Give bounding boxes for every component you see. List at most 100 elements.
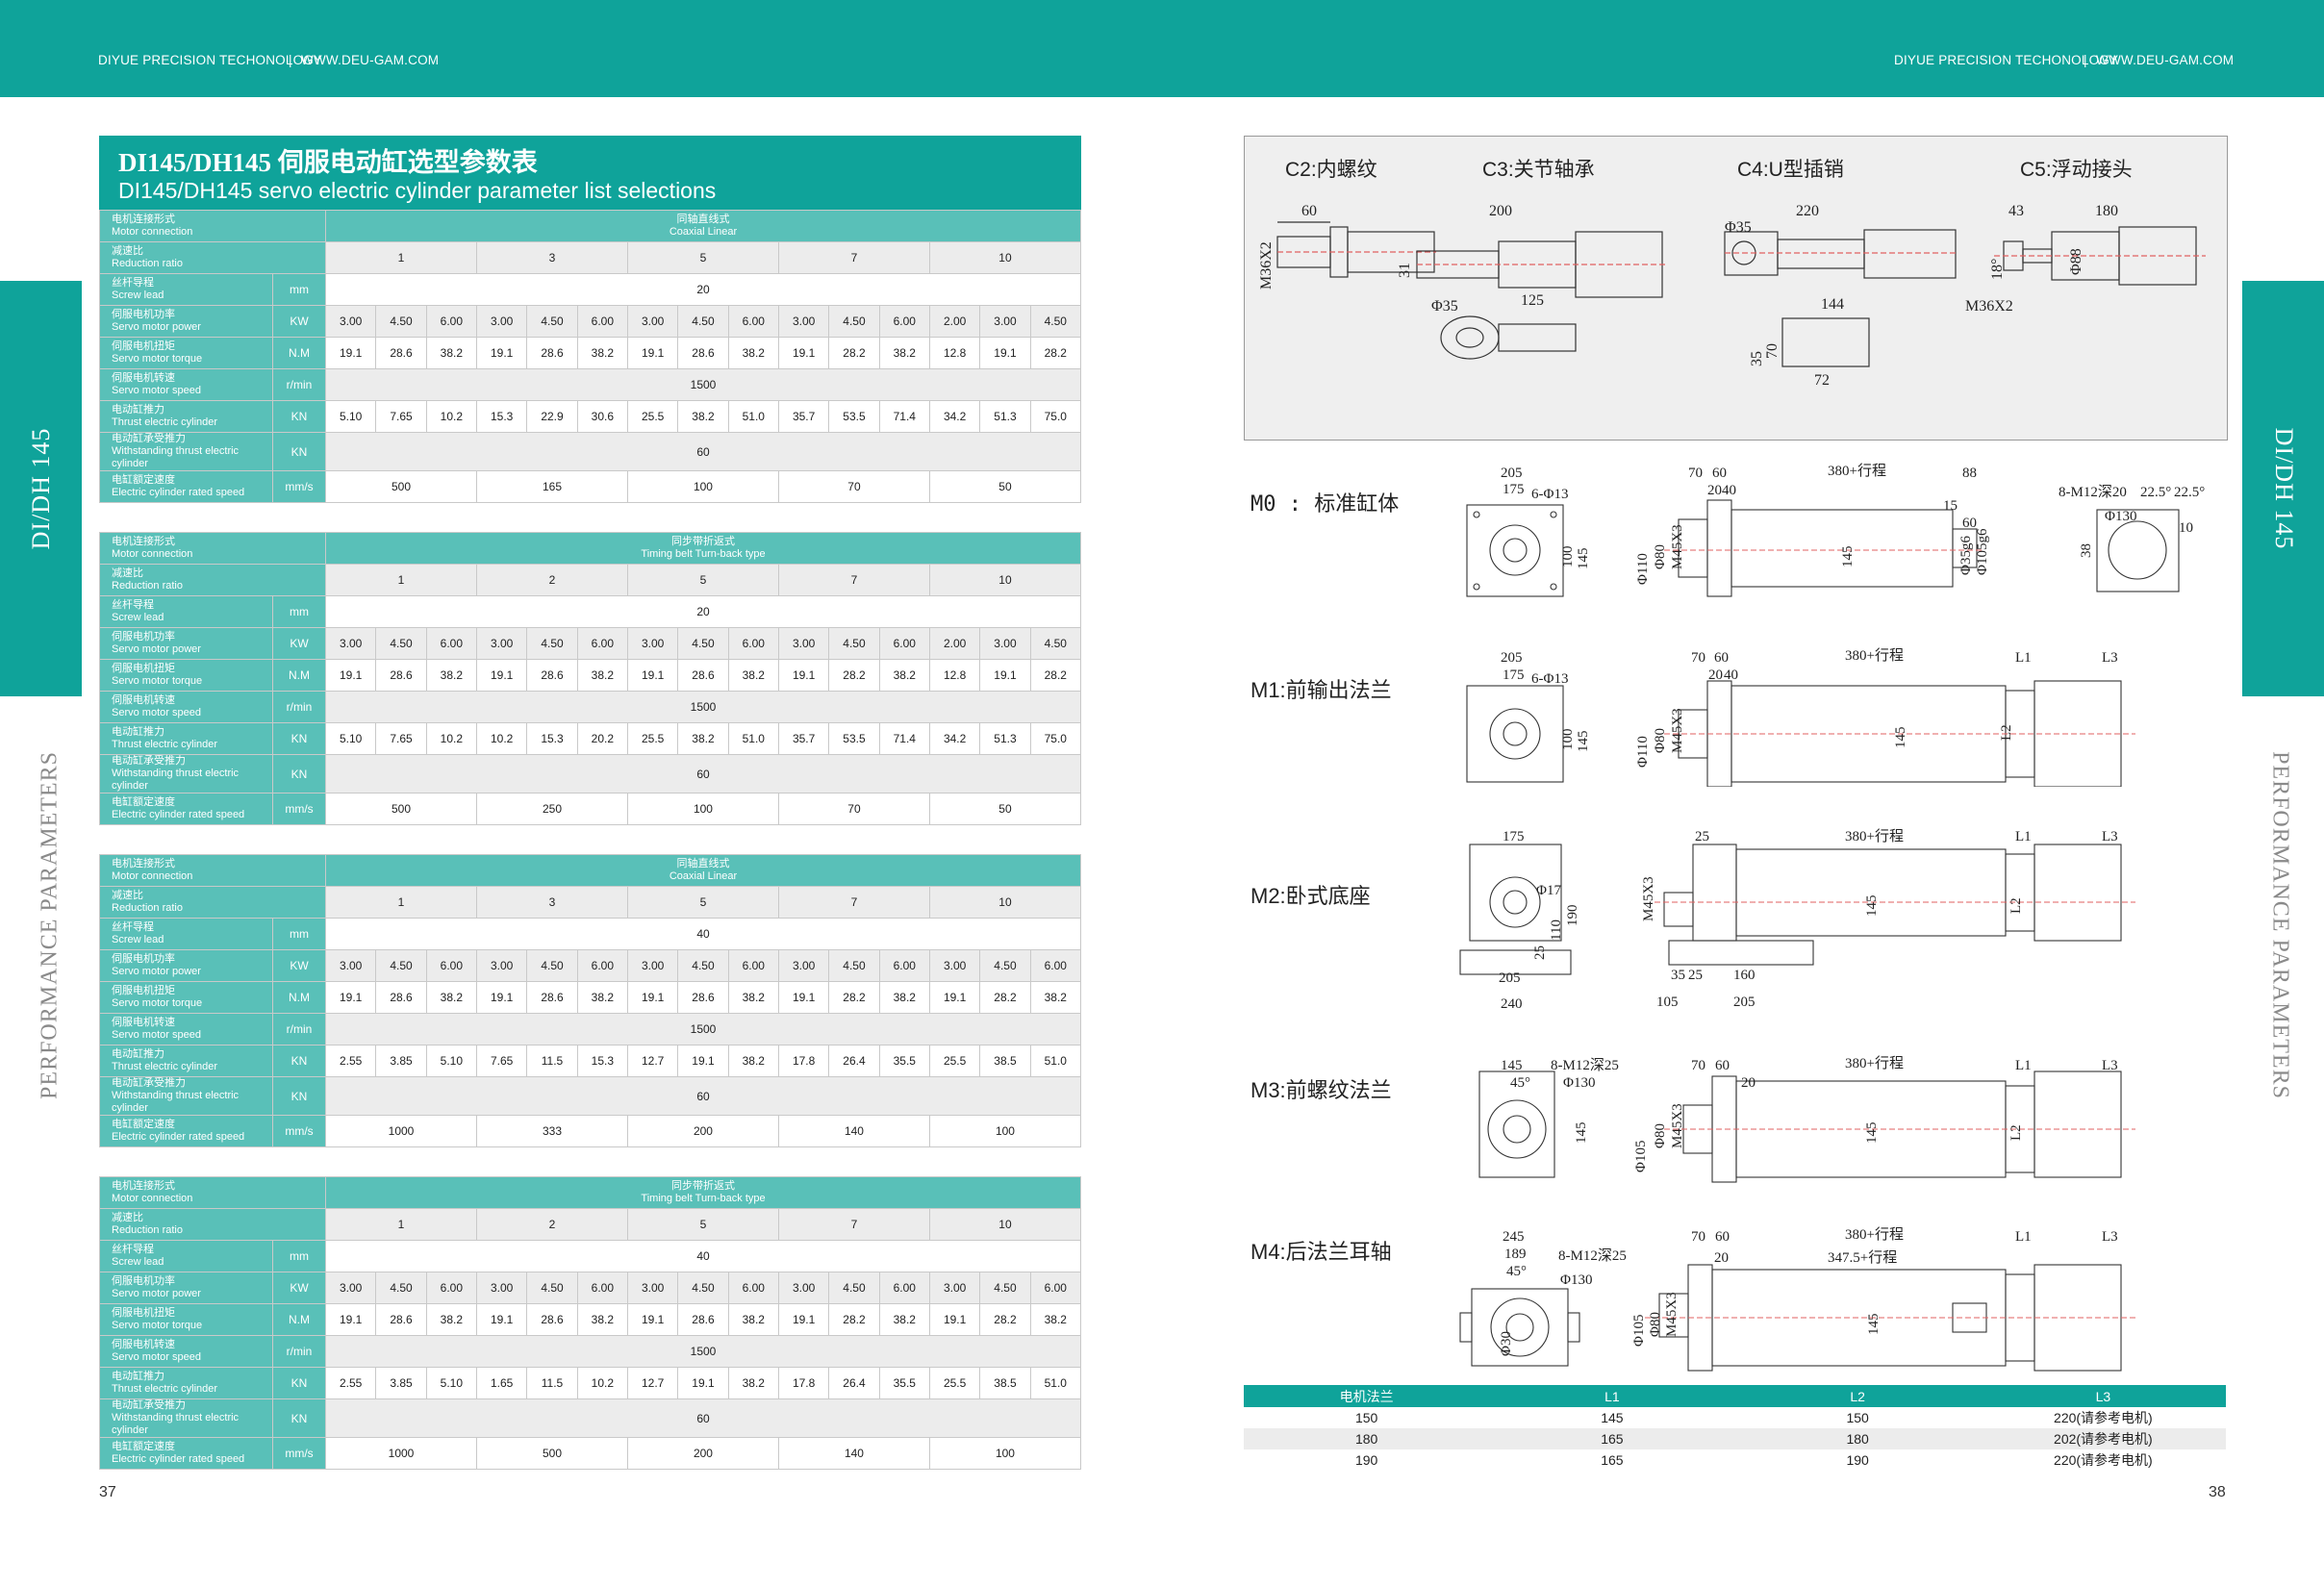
power-value: 6.00 [425, 305, 478, 338]
connection-type-cn: 同步带折返式 [671, 1180, 735, 1192]
rated-speed-value: 50 [928, 470, 1082, 503]
svg-text:Φ35g6: Φ35g6 [1958, 536, 1974, 575]
motor-table-header: L3 [1980, 1385, 2226, 1407]
svg-text:40: 40 [1724, 668, 1738, 683]
row-label-ratio: 减速比 Reduction ratio [98, 886, 327, 919]
thrust-value: 35.7 [777, 722, 830, 755]
thrust-value: 10.2 [576, 1367, 628, 1399]
right-website[interactable]: WWW.DEU-GAM.COM [2096, 53, 2234, 67]
thrust-value: 26.4 [828, 1367, 880, 1399]
unit-withstand: KN [271, 1076, 327, 1116]
unit-power: KW [271, 949, 327, 982]
unit-thrust: KN [271, 722, 327, 755]
row-label-lead: 丝杆导程 Screw lead [99, 273, 273, 306]
svg-text:22.5°: 22.5° [2140, 485, 2171, 500]
svg-text:20: 20 [1708, 668, 1723, 683]
row-label-cn: 电机连接形式 [112, 214, 175, 225]
power-value: 6.00 [727, 305, 779, 338]
thrust-value: 2.55 [325, 1045, 377, 1077]
torque-value: 19.1 [475, 337, 528, 369]
row-label-cn: 减速比 [112, 245, 143, 257]
row-label-torque: 伺服电机扭矩 Servo motor torque [99, 337, 273, 369]
torque-value: 19.1 [626, 1303, 679, 1336]
mount-m1-label: M1:前输出法兰 [1250, 678, 1392, 702]
rated-speed-value: 1000 [325, 1115, 477, 1147]
page-number-left: 37 [99, 1484, 116, 1500]
row-label-en: Servo motor speed [112, 1029, 201, 1041]
rated-speed-value: 500 [476, 1437, 628, 1470]
ratio-value: 1 [325, 564, 477, 596]
power-value: 3.00 [325, 1272, 377, 1304]
ratio-value: 1 [325, 1208, 477, 1241]
thrust-value: 25.5 [626, 400, 679, 433]
thrust-value: 51.0 [727, 722, 779, 755]
row-label-en: Electric cylinder rated speed [112, 487, 245, 498]
row-label-en: Motor connection [112, 1193, 193, 1204]
row-label-motor: 电机连接形式 Motor connection [98, 1176, 327, 1209]
svg-text:Φ110: Φ110 [1635, 736, 1651, 768]
row-label-en: Withstanding thrust electric cylinder [112, 1090, 240, 1114]
rated-speed-value: 50 [928, 793, 1082, 825]
svg-text:6-Φ13: 6-Φ13 [1531, 487, 1568, 502]
torque-value: 19.1 [626, 337, 679, 369]
row-label-cn: 伺服电机扭矩 [112, 985, 175, 996]
power-value: 4.50 [677, 949, 729, 982]
thrust-value: 38.2 [727, 1367, 779, 1399]
row-label-thrust: 电动缸推力 Thrust electric cylinder [99, 1045, 273, 1077]
left-website[interactable]: WWW.DEU-GAM.COM [301, 53, 439, 67]
power-value: 6.00 [878, 949, 930, 982]
power-value: 3.00 [777, 1272, 830, 1304]
row-label-cn: 伺服电机功率 [112, 953, 175, 965]
thrust-value: 34.2 [928, 722, 981, 755]
power-value: 2.00 [928, 305, 981, 338]
power-value: 3.00 [777, 949, 830, 982]
power-value: 4.50 [526, 949, 578, 982]
svg-text:20: 20 [1714, 1250, 1729, 1266]
left-section-label: PERFORMANCE PARAMETERS [37, 751, 63, 1099]
row-label-rated: 电缸额定速度 Electric cylinder rated speed [99, 1115, 273, 1147]
rated-speed-value: 1000 [325, 1437, 477, 1470]
svg-text:L2: L2 [2008, 1124, 2024, 1141]
thrust-value: 10.2 [475, 722, 528, 755]
svg-text:189: 189 [1504, 1247, 1527, 1262]
row-label-cn: 伺服电机转速 [112, 372, 175, 384]
svg-text:Φ105: Φ105 [1633, 1141, 1649, 1172]
svg-text:L1: L1 [2015, 829, 2032, 844]
row-label-withstand: 电动缸承受推力 Withstanding thrust electric cyli… [99, 1076, 273, 1116]
thrust-value: 2.55 [325, 1367, 377, 1399]
unit-withstand: KN [271, 754, 327, 794]
ratio-value: 7 [777, 564, 930, 596]
power-value: 4.50 [828, 1272, 880, 1304]
row-label-power: 伺服电机功率 Servo motor power [99, 949, 273, 982]
row-label-en: Servo motor torque [112, 675, 203, 687]
torque-value: 19.1 [325, 337, 377, 369]
svg-text:205: 205 [1501, 466, 1523, 481]
lead-value: 40 [325, 1240, 1081, 1272]
parameter-table: 电机连接形式 Motor connection 同轴直线式 Coaxial Linea… [98, 210, 1082, 503]
c4-dim-220: 220 [1796, 203, 1819, 219]
thrust-value: 5.10 [425, 1367, 478, 1399]
thrust-value: 5.10 [325, 722, 377, 755]
svg-text:175: 175 [1503, 668, 1525, 683]
torque-value: 28.6 [677, 659, 729, 692]
thrust-value: 3.85 [375, 1045, 427, 1077]
c4-dim-35: 35 [1749, 351, 1765, 366]
row-label-power: 伺服电机功率 Servo motor power [99, 305, 273, 338]
row-label-cn: 电动缸推力 [112, 1048, 164, 1060]
power-value: 4.50 [375, 627, 427, 660]
ratio-value: 1 [325, 886, 477, 919]
mount-m4-label: M4:后法兰耳轴 [1250, 1240, 1392, 1264]
torque-value: 19.1 [777, 1303, 830, 1336]
svg-text:60: 60 [1715, 1229, 1730, 1245]
svg-text:L2: L2 [1999, 724, 2014, 741]
connection-type: 同步带折返式 Timing belt Turn-back type [325, 532, 1081, 565]
row-label-withstand: 电动缸承受推力 Withstanding thrust electric cyli… [99, 754, 273, 794]
torque-value: 19.1 [777, 981, 830, 1014]
c4-dim-144: 144 [1821, 296, 1844, 313]
power-value: 4.50 [526, 627, 578, 660]
rated-speed-value: 500 [325, 793, 477, 825]
torque-value: 28.6 [526, 981, 578, 1014]
svg-text:70: 70 [1691, 1229, 1705, 1245]
svg-text:145: 145 [1574, 1122, 1589, 1145]
power-value: 6.00 [878, 1272, 930, 1304]
